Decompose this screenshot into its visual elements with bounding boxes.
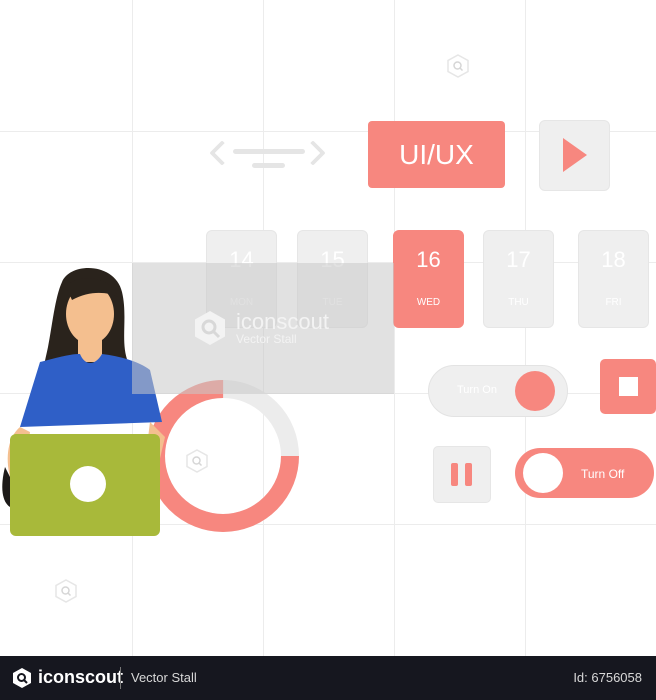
slider-indicator-secondary bbox=[252, 163, 285, 168]
pause-button[interactable] bbox=[433, 446, 491, 503]
iconscout-logo-icon bbox=[195, 311, 225, 345]
iconscout-logo-icon bbox=[13, 668, 31, 688]
calendar-day-17[interactable]: 17 THU bbox=[483, 230, 554, 328]
toggle-label: Turn On bbox=[457, 384, 497, 396]
day-of-week: FRI bbox=[605, 297, 622, 308]
calendar-day-18[interactable]: 18 FRI bbox=[578, 230, 649, 328]
ui-ux-button[interactable]: UI/UX bbox=[368, 121, 505, 188]
watermark-author: Vector Stall bbox=[236, 332, 297, 346]
play-button[interactable] bbox=[539, 120, 610, 191]
grid-line bbox=[394, 0, 395, 656]
footer-bar: iconscout Vector Stall Id: 6756058 bbox=[0, 656, 656, 700]
stop-button[interactable] bbox=[600, 359, 656, 414]
footer-brand[interactable]: iconscout bbox=[38, 667, 123, 688]
toggle-label: Turn Off bbox=[581, 467, 625, 481]
chevron-left-icon[interactable] bbox=[209, 140, 235, 166]
turn-off-toggle[interactable]: Turn Off bbox=[515, 448, 654, 498]
footer-divider bbox=[120, 667, 121, 689]
slider-indicator bbox=[233, 149, 305, 154]
play-icon bbox=[563, 138, 587, 172]
day-number: 16 bbox=[416, 247, 441, 272]
watermark-icon bbox=[447, 54, 469, 78]
turn-on-toggle[interactable]: Turn On bbox=[428, 365, 568, 417]
toggle-knob[interactable] bbox=[523, 453, 563, 493]
day-of-week: THU bbox=[508, 297, 529, 308]
day-number: 18 bbox=[601, 247, 626, 272]
carousel-nav bbox=[205, 140, 330, 170]
day-of-week: WED bbox=[416, 297, 441, 308]
laptop-logo bbox=[70, 466, 106, 502]
grid-line bbox=[525, 0, 526, 656]
footer-author[interactable]: Vector Stall bbox=[131, 670, 197, 685]
asset-id: Id: 6756058 bbox=[573, 670, 642, 685]
chevron-right-icon[interactable] bbox=[300, 140, 326, 166]
watermark-icon bbox=[55, 579, 77, 603]
watermark-icon bbox=[186, 449, 208, 473]
toggle-knob[interactable] bbox=[515, 371, 555, 411]
stop-icon bbox=[619, 377, 638, 396]
calendar-day-16-selected[interactable]: 16 WED bbox=[393, 230, 464, 328]
day-number: 17 bbox=[506, 247, 531, 272]
